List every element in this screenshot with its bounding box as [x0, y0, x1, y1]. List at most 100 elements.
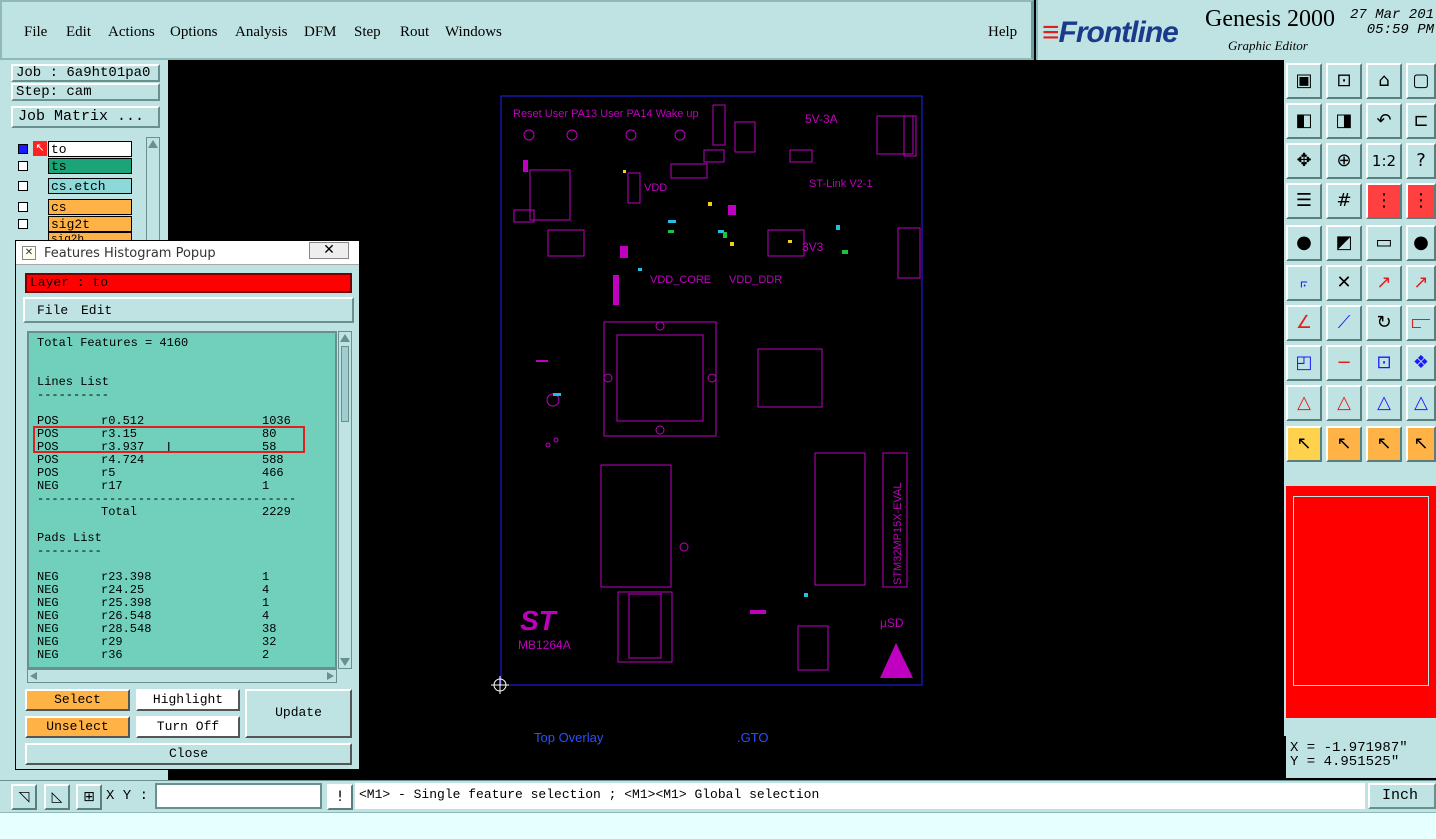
- undo-zoom-icon[interactable]: ↶: [1366, 103, 1402, 139]
- menu-edit[interactable]: Edit: [66, 24, 91, 41]
- popup-titlebar[interactable]: ✕ Features Histogram Popup ✕: [16, 241, 359, 265]
- measure-icon[interactable]: ◺: [44, 784, 70, 810]
- menu-rout[interactable]: Rout: [400, 24, 429, 41]
- layer-row-to[interactable]: ↖ to: [15, 141, 132, 157]
- slash-icon[interactable]: ⟋: [1326, 305, 1362, 341]
- pointer3-icon[interactable]: ↖: [1366, 426, 1402, 462]
- triangle3-icon[interactable]: △: [1366, 385, 1402, 421]
- zoom-down-icon[interactable]: ⊡: [1326, 63, 1362, 99]
- grid-icon[interactable]: #: [1326, 183, 1362, 219]
- select-button[interactable]: Select: [25, 689, 130, 711]
- dot-icon[interactable]: ●: [1406, 225, 1436, 261]
- units-selector[interactable]: Inch: [1368, 783, 1436, 809]
- palette-icon[interactable]: ☰: [1286, 183, 1322, 219]
- list-item[interactable]: NEG r23.398 1: [37, 571, 317, 584]
- minus-icon[interactable]: −: [1326, 345, 1362, 381]
- line-icon[interactable]: ↗: [1366, 265, 1402, 301]
- scroll-left-icon[interactable]: [30, 672, 37, 680]
- list-item[interactable]: NEG r25.398 1: [37, 597, 317, 610]
- layer-checkbox[interactable]: [18, 181, 28, 191]
- menu-step[interactable]: Step: [354, 24, 381, 41]
- connect-icon[interactable]: ⟔: [1286, 265, 1322, 301]
- product-subtitle: Graphic Editor: [1228, 38, 1308, 53]
- menu-dfm[interactable]: DFM: [304, 24, 337, 41]
- snap2-icon[interactable]: ⋮: [1406, 183, 1436, 219]
- scroll-down-icon[interactable]: [340, 658, 350, 666]
- pointer4-icon[interactable]: ↖: [1406, 426, 1436, 462]
- header-label: Reset User PA13 User PA14 Wake up: [513, 108, 699, 120]
- menu-help[interactable]: Help: [988, 24, 1017, 41]
- ruler-icon[interactable]: ▭: [1366, 225, 1402, 261]
- list-hscrollbar[interactable]: [27, 669, 337, 683]
- layer-row-sig2b[interactable]: sig2b: [15, 232, 132, 240]
- layer-list-scrollbar[interactable]: [146, 137, 160, 247]
- home-icon[interactable]: ⌂: [1366, 63, 1402, 99]
- scroll-right-icon[interactable]: [327, 672, 334, 680]
- turn-off-button[interactable]: Turn Off: [136, 716, 240, 738]
- pointer-icon[interactable]: ↖: [1286, 426, 1322, 462]
- layer-checkbox[interactable]: [18, 202, 28, 212]
- help-icon[interactable]: ?: [1406, 143, 1436, 179]
- popup-menu-edit[interactable]: Edit: [81, 303, 112, 318]
- exclamation-icon[interactable]: !: [327, 784, 353, 810]
- overview-map[interactable]: [1286, 486, 1436, 718]
- zoom-home-icon[interactable]: ▣: [1286, 63, 1322, 99]
- layer-row-cs-etch[interactable]: cs.etch: [15, 178, 132, 194]
- menu-file[interactable]: File: [24, 24, 47, 41]
- cross-icon[interactable]: ✕: [1326, 265, 1362, 301]
- pan-right-icon[interactable]: ◨: [1326, 103, 1362, 139]
- job-matrix-button[interactable]: Job Matrix ...: [11, 106, 160, 128]
- menu-actions[interactable]: Actions: [108, 24, 155, 41]
- histogram-list[interactable]: Total Features = 4160 Lines List -------…: [27, 331, 337, 669]
- scroll-thumb[interactable]: [341, 346, 349, 422]
- layer-row-sig2t[interactable]: sig2t: [15, 216, 132, 232]
- resize-icon[interactable]: ⊡: [1366, 345, 1402, 381]
- fit-icon[interactable]: ✥: [1286, 143, 1322, 179]
- board-label-eval: STM32MP15X-EVAL: [892, 482, 904, 585]
- xy-input[interactable]: [155, 783, 322, 809]
- triangle4-icon[interactable]: △: [1406, 385, 1436, 421]
- menu-analysis[interactable]: Analysis: [235, 24, 288, 41]
- triangle2-icon[interactable]: △: [1326, 385, 1362, 421]
- window-icon[interactable]: ▢: [1406, 63, 1436, 99]
- list-item[interactable]: POS r5 466: [37, 467, 317, 480]
- angle-icon[interactable]: ∠: [1286, 305, 1322, 341]
- center-icon[interactable]: ⊕: [1326, 143, 1362, 179]
- snap-grid-icon[interactable]: ⊞: [76, 784, 102, 810]
- list-vscrollbar[interactable]: [338, 331, 352, 669]
- scroll-up-icon[interactable]: [340, 334, 350, 342]
- update-button[interactable]: Update: [245, 689, 352, 738]
- close-icon[interactable]: ✕: [309, 242, 349, 259]
- text-icon[interactable]: ⫍: [1406, 305, 1436, 341]
- coordinate-readout: X = -1.971987" Y = 4.951525": [1286, 736, 1436, 778]
- highlight-button[interactable]: Highlight: [136, 689, 240, 711]
- arc-icon[interactable]: ↻: [1366, 305, 1402, 341]
- layer-checkbox[interactable]: [18, 144, 28, 154]
- snap-icon[interactable]: ⋮: [1366, 183, 1402, 219]
- list-item[interactable]: NEG r36 2: [37, 649, 317, 662]
- step-icon[interactable]: ⊏: [1406, 103, 1436, 139]
- layer-checkbox[interactable]: [18, 219, 28, 229]
- layer-checkbox[interactable]: [18, 161, 28, 171]
- pointer2-icon[interactable]: ↖: [1326, 426, 1362, 462]
- group-icon[interactable]: ❖: [1406, 345, 1436, 381]
- scale-icon[interactable]: 1:2: [1366, 143, 1402, 179]
- triangle-icon[interactable]: △: [1286, 385, 1322, 421]
- menu-options[interactable]: Options: [170, 24, 218, 41]
- x-coordinate: X = -1.971987": [1290, 740, 1408, 756]
- line2-icon[interactable]: ↗: [1406, 265, 1436, 301]
- pan-left-icon[interactable]: ◧: [1286, 103, 1322, 139]
- pad-icon[interactable]: ●: [1286, 225, 1322, 261]
- unselect-button[interactable]: Unselect: [25, 716, 130, 738]
- lines-separator: ------------------------------------: [37, 492, 297, 506]
- zoom-area-icon[interactable]: ◹: [11, 784, 37, 810]
- layer-row-cs[interactable]: cs: [15, 199, 132, 215]
- list-item[interactable]: NEG r24.25 4: [37, 584, 317, 597]
- close-button[interactable]: Close: [25, 743, 352, 765]
- move-icon[interactable]: ◰: [1286, 345, 1322, 381]
- popup-menu-file[interactable]: File: [37, 303, 68, 318]
- list-item[interactable]: NEG r29 32: [37, 636, 317, 649]
- menu-windows[interactable]: Windows: [445, 24, 502, 41]
- surface-icon[interactable]: ◩: [1326, 225, 1362, 261]
- layer-row-ts[interactable]: ts: [15, 158, 132, 174]
